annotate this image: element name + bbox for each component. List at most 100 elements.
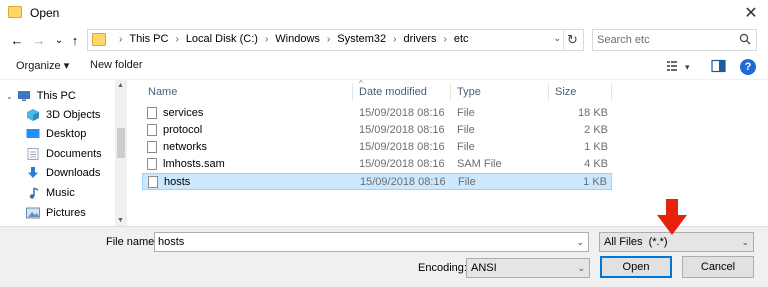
column-header-size[interactable]: Size — [549, 83, 612, 101]
cancel-button[interactable]: Cancel — [682, 256, 754, 278]
chevron-down-icon[interactable]: ⌄ — [576, 237, 584, 248]
chevron-down-icon[interactable]: ⌄ — [741, 237, 749, 248]
title-bar: Open ✕ — [0, 0, 768, 26]
breadcrumb-separator[interactable]: › — [175, 34, 178, 45]
file-name: networks — [163, 141, 208, 153]
breadcrumb-separator[interactable]: › — [444, 34, 447, 45]
file-type: File — [458, 176, 476, 188]
pictures-icon — [26, 207, 40, 219]
file-type: File — [457, 141, 475, 153]
file-date: 15/09/2018 08:16 — [359, 141, 445, 153]
file-icon — [148, 176, 158, 188]
music-icon — [29, 187, 39, 199]
search-icon[interactable] — [739, 33, 751, 48]
file-date: 15/09/2018 08:16 — [360, 176, 446, 188]
encoding-select[interactable]: ANSI ⌄ — [466, 258, 590, 278]
breadcrumb-separator[interactable]: › — [327, 34, 330, 45]
sidebar-item-label: Pictures — [46, 207, 86, 219]
file-size: 4 KB — [584, 158, 608, 170]
breadcrumb-separator: › — [119, 33, 123, 45]
file-row-lmhosts[interactable]: lmhosts.sam 15/09/2018 08:16 SAM File 4 … — [142, 156, 612, 173]
search-box[interactable] — [592, 29, 757, 51]
file-date: 15/09/2018 08:16 — [359, 124, 445, 136]
organize-button[interactable]: Organize ▾ — [16, 59, 69, 72]
navigation-scrollbar[interactable]: ▲ ▼ — [115, 80, 127, 226]
refresh-button[interactable]: ↻ — [563, 30, 581, 50]
annotation-arrow-icon — [657, 199, 687, 235]
sidebar-item-this-pc[interactable]: ⌄ This PC — [6, 87, 121, 105]
file-name-label: File name: — [106, 236, 158, 248]
file-name: services — [163, 107, 204, 119]
file-type: File — [457, 124, 475, 136]
column-header-date[interactable]: Date modified — [353, 83, 451, 101]
window-title: Open — [30, 6, 60, 20]
file-name: lmhosts.sam — [163, 158, 225, 170]
open-button[interactable]: Open — [600, 256, 672, 278]
sidebar-item-label: 3D Objects — [46, 109, 101, 121]
file-name-input[interactable] — [158, 235, 505, 249]
computer-icon — [17, 91, 30, 101]
breadcrumb-item-system32[interactable]: System32 — [337, 33, 386, 45]
search-input[interactable] — [597, 32, 737, 48]
file-icon — [147, 124, 157, 136]
file-row-services[interactable]: services 15/09/2018 08:16 File 18 KB — [142, 105, 612, 122]
file-size: 2 KB — [584, 124, 608, 136]
file-icon — [147, 141, 157, 153]
file-row-hosts[interactable]: hosts 15/09/2018 08:16 File 1 KB — [142, 173, 612, 190]
breadcrumb-separator[interactable]: › — [265, 34, 268, 45]
chevron-down-icon[interactable]: ⌄ — [577, 263, 585, 274]
sidebar-item-label: Desktop — [46, 128, 87, 140]
forward-button[interactable]: → — [30, 32, 48, 48]
breadcrumb-separator[interactable]: › — [393, 34, 396, 45]
file-date: 15/09/2018 08:16 — [359, 158, 445, 170]
breadcrumb-item-windows[interactable]: Windows — [275, 33, 320, 45]
new-folder-button[interactable]: New folder — [90, 59, 143, 71]
file-name: hosts — [164, 176, 191, 188]
help-icon[interactable]: ? — [740, 59, 756, 75]
sidebar-item-label: This PC — [36, 90, 76, 102]
chevron-down-icon[interactable]: ⌄ — [553, 33, 561, 44]
encoding-value: ANSI — [471, 262, 497, 274]
file-icon — [147, 158, 157, 170]
address-row: ← → ⌄ ↑ › This PC › Local Disk (C:) › Wi… — [0, 26, 768, 54]
documents-icon — [27, 148, 39, 160]
file-size: 18 KB — [578, 107, 608, 119]
sidebar-item-label: Downloads — [46, 167, 101, 179]
file-type: File — [457, 107, 475, 119]
file-name-combobox[interactable]: ⌄ — [154, 232, 589, 252]
file-size: 1 KB — [583, 176, 607, 188]
dialog-footer: File name: ⌄ All Files (*.*) ⌄ Encoding:… — [0, 226, 768, 287]
breadcrumb-item-local-disk[interactable]: Local Disk (C:) — [186, 33, 258, 45]
breadcrumb-item-drivers[interactable]: drivers — [404, 33, 437, 45]
folder-icon — [8, 6, 22, 18]
close-button[interactable]: ✕ — [734, 0, 768, 26]
scroll-up-icon[interactable]: ▲ — [117, 82, 124, 89]
address-bar[interactable]: › This PC › Local Disk (C:) › Windows › … — [87, 29, 584, 51]
file-size: 1 KB — [584, 141, 608, 153]
chevron-down-icon[interactable]: ⌄ — [6, 92, 13, 101]
file-row-protocol[interactable]: protocol 15/09/2018 08:16 File 2 KB — [142, 122, 612, 139]
breadcrumb-item-etc[interactable]: etc — [454, 33, 469, 45]
breadcrumb-item-this-pc[interactable]: This PC — [129, 33, 168, 45]
file-type-filter-value: All Files (*.*) — [604, 236, 668, 248]
download-icon — [28, 167, 38, 178]
file-type-filter[interactable]: All Files (*.*) ⌄ — [599, 232, 754, 252]
desktop-icon — [26, 129, 40, 138]
file-type: SAM File — [457, 158, 502, 170]
column-header-name[interactable]: Name — [142, 83, 353, 101]
file-icon — [147, 107, 157, 119]
view-options-icon[interactable]: ▾ — [685, 62, 690, 73]
cube-icon — [27, 109, 39, 121]
file-row-networks[interactable]: networks 15/09/2018 08:16 File 1 KB — [142, 139, 612, 156]
preview-pane-icon[interactable] — [711, 59, 727, 73]
breadcrumb: › This PC › Local Disk (C:) › Windows › … — [112, 33, 469, 45]
encoding-label: Encoding: — [418, 262, 467, 274]
scrollbar-thumb[interactable] — [117, 128, 125, 158]
sidebar-item-label: Documents — [46, 148, 102, 160]
scroll-down-icon[interactable]: ▼ — [117, 217, 124, 224]
back-button[interactable]: ← — [8, 32, 26, 48]
up-button[interactable]: ↑ — [66, 32, 84, 48]
change-view-icon[interactable] — [666, 59, 682, 73]
column-header-type[interactable]: Type — [451, 83, 549, 101]
file-date: 15/09/2018 08:16 — [359, 107, 445, 119]
